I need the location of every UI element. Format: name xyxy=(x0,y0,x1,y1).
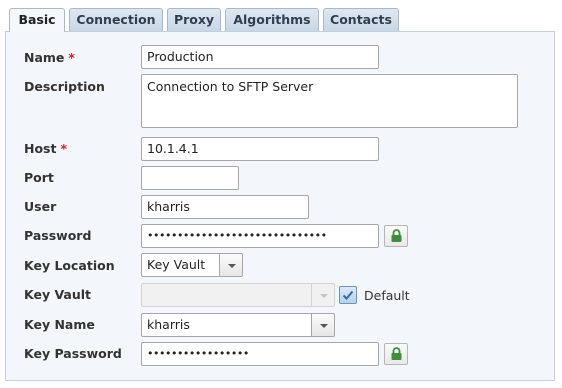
key-password-lock-button[interactable] xyxy=(384,343,408,365)
tab-contacts[interactable]: Contacts xyxy=(323,8,399,31)
tab-algorithms[interactable]: Algorithms xyxy=(225,8,319,31)
description-textarea[interactable]: Connection to SFTP Server xyxy=(141,74,518,128)
required-marker: * xyxy=(60,141,68,156)
key-location-dropdown-button[interactable] xyxy=(219,254,242,276)
default-checkbox-label: Default xyxy=(364,288,410,303)
tab-proxy[interactable]: Proxy xyxy=(167,8,221,31)
password-input[interactable]: •••••••••••••••••••••••••••••• xyxy=(141,224,379,248)
key-name-dropdown-button[interactable] xyxy=(311,314,334,336)
password-label: Password xyxy=(24,228,92,243)
key-password-label: Key Password xyxy=(24,346,122,361)
description-label: Description xyxy=(24,79,105,94)
required-marker: * xyxy=(68,50,75,65)
lock-icon xyxy=(391,229,402,242)
key-vault-select xyxy=(141,283,335,307)
key-name-value: kharris xyxy=(147,317,190,332)
key-location-label: Key Location xyxy=(24,258,115,273)
key-name-label: Key Name xyxy=(24,317,95,332)
key-password-input[interactable]: ••••••••••••••••• xyxy=(141,342,379,366)
user-label: User xyxy=(24,199,57,214)
key-location-select[interactable]: Key Vault xyxy=(141,253,243,277)
port-label: Port xyxy=(24,170,54,185)
checkmark-icon xyxy=(342,290,354,300)
user-input[interactable]: kharris xyxy=(141,195,309,219)
key-vault-dropdown-button xyxy=(311,284,334,306)
name-label-text: Name xyxy=(24,50,65,65)
chevron-down-icon xyxy=(320,294,328,298)
host-label-text: Host xyxy=(24,141,57,156)
chevron-down-icon xyxy=(228,264,236,268)
lock-icon xyxy=(391,347,402,360)
tab-connection[interactable]: Connection xyxy=(69,8,163,31)
tab-basic[interactable]: Basic xyxy=(9,8,65,32)
key-vault-label: Key Vault xyxy=(24,287,92,302)
name-label: Name * xyxy=(24,50,75,65)
default-checkbox[interactable] xyxy=(339,286,357,304)
host-label: Host * xyxy=(24,141,67,156)
key-name-select[interactable]: kharris xyxy=(141,313,335,337)
password-lock-button[interactable] xyxy=(384,225,408,247)
chevron-down-icon xyxy=(320,324,328,328)
port-input[interactable] xyxy=(141,166,239,190)
name-input[interactable]: Production xyxy=(141,45,379,69)
host-input[interactable]: 10.1.4.1 xyxy=(141,137,379,161)
key-location-value: Key Vault xyxy=(147,257,206,272)
